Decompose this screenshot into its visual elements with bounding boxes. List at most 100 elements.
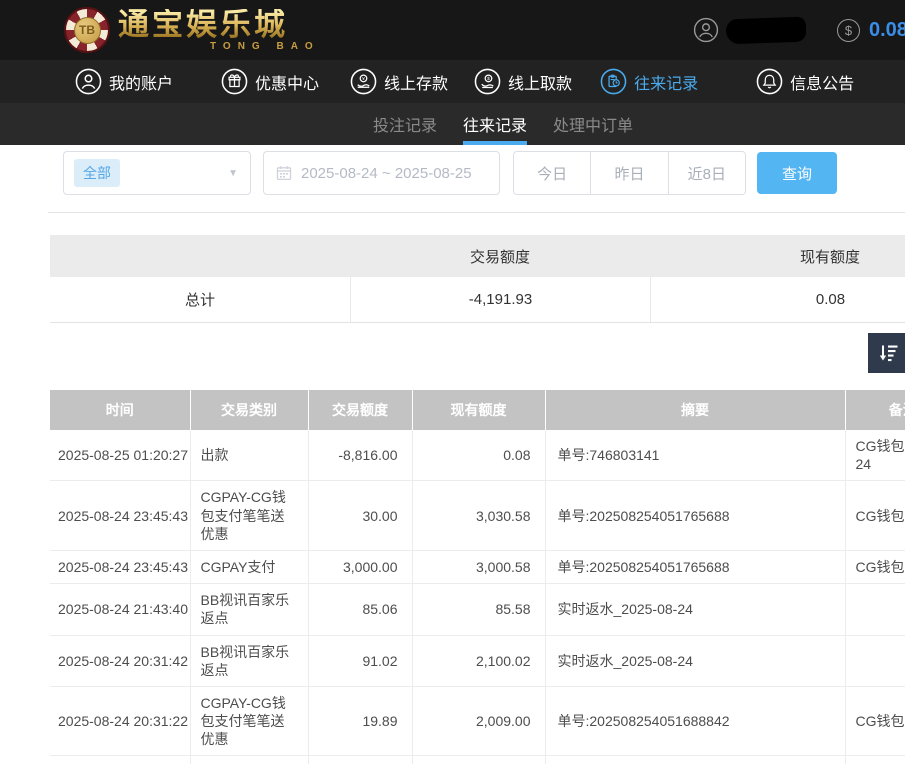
nav-item-deposit[interactable]: ¥ 线上存款 (350, 68, 448, 95)
cell-remark: CG钱包- 24 (845, 430, 905, 481)
nav-item-promotions[interactable]: 优惠中心 (221, 68, 319, 95)
summary-total-label: 总计 (50, 289, 350, 310)
table-header-row: 时间 交易类别 交易额度 现有额度 摘要 备注 (50, 390, 905, 430)
last-8-days-button[interactable]: 近8日 (669, 152, 745, 194)
cell-time: 2025-08-24 23:45:43 (50, 550, 190, 583)
table-row: 2025-08-24 21:43:40 BB视讯百家乐返点 85.06 85.5… (50, 584, 905, 635)
type-filter-chip: 全部 (74, 159, 120, 187)
cell-type: CGPAY-CG钱包支付笔笔送优惠 (190, 686, 308, 756)
section-divider (48, 212, 905, 213)
cell-remark (845, 635, 905, 686)
cell-type: CGPAY支付 (190, 550, 308, 583)
col-header-time: 时间 (50, 390, 190, 430)
summary-header-row: 交易额度 现有额度 (50, 235, 905, 277)
transactions-table: 时间 交易类别 交易额度 现有额度 摘要 备注 2025-08-25 01:20… (50, 390, 905, 764)
account-area: $ 0.08 R (693, 0, 905, 60)
nav-item-transaction-records[interactable]: 往来记录 (600, 68, 698, 95)
cell-amount: 1,989.00 (308, 756, 412, 764)
tab-transaction-records[interactable]: 往来记录 (463, 103, 527, 145)
summary-total-transaction: -4,191.93 (350, 277, 650, 322)
chevron-down-icon: ▼ (228, 168, 238, 179)
nav-label: 优惠中心 (255, 70, 319, 94)
summary-header-balance: 现有额度 (650, 246, 905, 267)
tab-label: 处理中订单 (553, 112, 633, 136)
cell-balance: 3,030.58 (412, 481, 545, 551)
nav-label: 线上存款 (384, 70, 448, 94)
cell-amount: 85.06 (308, 584, 412, 635)
nav-item-my-account[interactable]: 我的账户 (75, 68, 173, 95)
cell-summary: 实时返水_2025-08-24 (545, 584, 845, 635)
cell-type: CGPAY支付 (190, 756, 308, 764)
user-avatar-icon (693, 17, 719, 43)
cell-remark (845, 584, 905, 635)
gift-icon (221, 68, 248, 95)
col-header-type: 交易类别 (190, 390, 308, 430)
logo-text: 通宝娱乐城 TONG BAO (118, 9, 320, 52)
summary-total-balance: 0.08 (650, 277, 905, 322)
cell-summary: 单号:746803141 (545, 430, 845, 481)
cell-remark: CG钱包 (845, 550, 905, 583)
today-button[interactable]: 今日 (514, 152, 591, 194)
cell-time: 2025-08-24 21:43:40 (50, 584, 190, 635)
cell-amount: 3,000.00 (308, 550, 412, 583)
calendar-icon (276, 165, 292, 181)
chip-badge: TB (74, 17, 101, 44)
redacted-username (726, 16, 807, 44)
sort-amount-icon (876, 341, 900, 365)
col-header-summary: 摘要 (545, 390, 845, 430)
cell-summary: 单号:202508254051688842 (545, 756, 845, 764)
table-row: 2025-08-24 23:45:43 CGPAY-CG钱包支付笔笔送优惠 30… (50, 481, 905, 551)
active-tab-underline (463, 141, 527, 145)
logo-subtitle: TONG BAO (118, 42, 320, 52)
deposit-icon: ¥ (350, 68, 377, 95)
main-nav: 我的账户 优惠中心 ¥ 线上存款 (0, 60, 905, 103)
table-row: 2025-08-25 01:20:27 出款 -8,816.00 0.08 单号… (50, 430, 905, 481)
summary-total-row: 总计 -4,191.93 0.08 (50, 277, 905, 323)
yesterday-button[interactable]: 昨日 (591, 152, 668, 194)
sort-button[interactable] (868, 333, 905, 373)
tab-bet-records[interactable]: 投注记录 (373, 103, 437, 145)
brand-logo[interactable]: TB 通宝娱乐城 TONG BAO (64, 7, 320, 53)
cell-balance: 3,000.58 (412, 550, 545, 583)
nav-label: 往来记录 (634, 70, 698, 94)
col-header-balance: 现有额度 (412, 390, 545, 430)
cell-time: 2025-08-24 20:31:22 (50, 756, 190, 764)
nav-item-withdraw[interactable]: $ 线上取款 (474, 68, 572, 95)
nav-label: 我的账户 (109, 70, 173, 94)
cell-time: 2025-08-24 20:31:42 (50, 635, 190, 686)
cell-type: BB视讯百家乐返点 (190, 635, 308, 686)
date-range-value: 2025-08-24 ~ 2025-08-25 (301, 165, 472, 182)
page: TB 通宝娱乐城 TONG BAO $ 0.08 R (0, 0, 905, 764)
poker-chip-icon: TB (64, 7, 110, 53)
col-header-amount: 交易额度 (308, 390, 412, 430)
cell-remark: CG钱包 (845, 756, 905, 764)
col-header-remark: 备注 (845, 390, 905, 430)
cell-time: 2025-08-25 01:20:27 (50, 430, 190, 481)
cell-time: 2025-08-24 23:45:43 (50, 481, 190, 551)
query-button[interactable]: 查询 (757, 152, 837, 194)
nav-item-announcements[interactable]: 信息公告 (756, 68, 854, 95)
cell-summary: 实时返水_2025-08-24 (545, 635, 845, 686)
summary-table: 交易额度 现有额度 总计 -4,191.93 0.08 (50, 235, 905, 323)
table-row: 2025-08-24 20:31:22 CGPAY-CG钱包支付笔笔送优惠 19… (50, 686, 905, 756)
cell-balance: 2,009.00 (412, 686, 545, 756)
table-row: 2025-08-24 20:31:22 CGPAY支付 1,989.00 1,9… (50, 756, 905, 764)
cell-summary: 单号:202508254051765688 (545, 550, 845, 583)
logo-title: 通宝娱乐城 (118, 9, 320, 40)
date-range-input[interactable]: 2025-08-24 ~ 2025-08-25 (263, 151, 500, 195)
cell-amount: -8,816.00 (308, 430, 412, 481)
svg-text:$: $ (487, 76, 490, 82)
cell-summary: 单号:202508254051688842 (545, 686, 845, 756)
withdraw-icon: $ (474, 68, 501, 95)
cell-time: 2025-08-24 20:31:22 (50, 686, 190, 756)
cell-type: CGPAY-CG钱包支付笔笔送优惠 (190, 481, 308, 551)
user-icon (75, 68, 102, 95)
cell-amount: 91.02 (308, 635, 412, 686)
sub-nav: 投注记录 往来记录 处理中订单 (0, 103, 905, 145)
bell-icon (756, 68, 783, 95)
tab-pending-orders[interactable]: 处理中订单 (553, 103, 633, 145)
cell-balance: 1,989.11 (412, 756, 545, 764)
cell-remark: CG钱包 (845, 481, 905, 551)
type-filter-dropdown[interactable]: 全部 ▼ (63, 151, 251, 195)
dollar-coin-icon: $ (837, 19, 860, 42)
